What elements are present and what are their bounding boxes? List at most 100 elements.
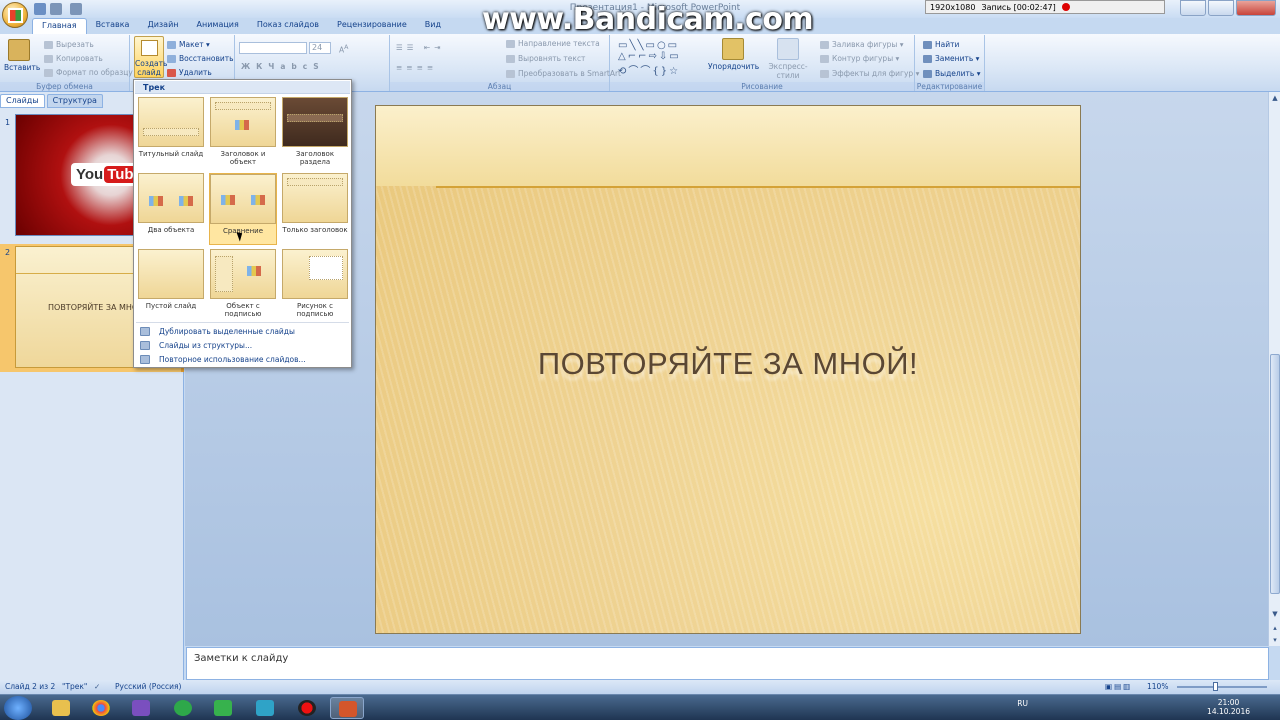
vs-app[interactable] [124, 697, 158, 719]
clock[interactable]: 21:00 14.10.2016 [1207, 698, 1250, 716]
layout-two-content[interactable]: Два объекта [137, 173, 205, 245]
layout-label: Только заголовок [282, 226, 348, 234]
text-direction-button[interactable]: Направление текста [506, 39, 600, 48]
reset-icon [167, 55, 176, 63]
close-button[interactable] [1236, 0, 1276, 16]
layout-button[interactable]: Макет ▾ [167, 40, 210, 49]
tab-design[interactable]: Дизайн [138, 18, 187, 34]
undo-icon[interactable] [50, 3, 62, 15]
tab-insert[interactable]: Вставка [87, 18, 139, 34]
layout-comparison[interactable]: Сравнение [209, 173, 277, 245]
redo-icon[interactable] [70, 3, 82, 15]
office-button[interactable] [2, 2, 28, 28]
language-indicator[interactable]: RU [1017, 699, 1028, 708]
font-style-buttons[interactable]: ЖКЧabcS [241, 62, 325, 71]
maximize-button[interactable] [1208, 0, 1234, 16]
copy-button[interactable]: Копировать [44, 54, 103, 63]
new-slide-button[interactable]: Создать слайд [134, 36, 167, 78]
tab-animation[interactable]: Анимация [188, 18, 248, 34]
duplicate-slides-label: Дублировать выделенные слайды [159, 327, 295, 336]
reuse-slides-item[interactable]: Повторное использование слайдов... [140, 353, 306, 366]
layout-picture-with-caption[interactable]: Рисунок с подписью [281, 249, 349, 321]
network-icon [256, 700, 274, 716]
arrange-button[interactable]: Упорядочить [708, 38, 760, 71]
tab-outline[interactable]: Структура [46, 94, 103, 108]
tab-view[interactable]: Вид [416, 18, 450, 34]
quick-styles-button[interactable]: Экспресс-стили [760, 38, 816, 80]
view-buttons[interactable]: ▣▤▥ [1105, 682, 1132, 691]
drawing-group: ▭╲╲▭○▭ △⌐⌐⇨⇩▭ ⟲⌒⌒{}☆ Упорядочить Экспресс-… [610, 35, 919, 91]
prev-slide-icon[interactable]: ▴ [1269, 622, 1280, 634]
format-painter-button[interactable]: Формат по образцу [44, 68, 133, 77]
resolution-label: 1920x1080 [930, 2, 976, 12]
network-app[interactable] [248, 697, 282, 719]
language[interactable]: Русский (Россия) [115, 682, 181, 691]
minimize-button[interactable] [1180, 0, 1206, 16]
slide-divider-line [436, 186, 1080, 188]
align-text-button[interactable]: Выровнять текст [506, 54, 585, 63]
arrange-label: Упорядочить [708, 62, 760, 71]
slide-header-band [376, 106, 1080, 186]
new-slide-icon [141, 40, 158, 56]
layout-content-with-caption[interactable]: Объект с подписью [209, 249, 277, 321]
chrome-app[interactable] [84, 697, 118, 719]
next-slide-icon[interactable]: ▾ [1269, 634, 1280, 646]
tab-slides[interactable]: Слайды [0, 94, 45, 108]
layout-title-and-content[interactable]: Заголовок и объект [209, 97, 277, 169]
powerpoint-app[interactable] [330, 697, 364, 719]
delete-slide-button[interactable]: Удалить [167, 68, 212, 77]
tab-home[interactable]: Главная [32, 18, 87, 34]
android-app[interactable] [206, 697, 240, 719]
effects-icon [820, 70, 829, 78]
font-name-box[interactable] [239, 42, 307, 54]
slide-title[interactable]: ПОВТОРЯЙТЕ ЗА МНОЙ! [376, 346, 1080, 382]
zoom-slider[interactable] [1177, 686, 1267, 688]
layout-section-header[interactable]: Заголовок раздела [281, 97, 349, 169]
save-icon[interactable] [34, 3, 46, 15]
list-buttons[interactable]: ☰☰ ⇤⇥ [396, 43, 444, 52]
shape-fill-button[interactable]: Заливка фигуры ▾ [820, 40, 904, 49]
layout-blank[interactable]: Пустой слайд [137, 249, 205, 321]
find-button[interactable]: Найти [923, 40, 959, 49]
clock-date: 14.10.2016 [1207, 707, 1250, 716]
layout-label: Сравнение [222, 227, 264, 235]
scroll-thumb[interactable] [1270, 354, 1280, 594]
tab-review[interactable]: Рецензирование [328, 18, 416, 34]
mail-app[interactable] [166, 697, 200, 719]
zoom-slider-knob[interactable] [1213, 682, 1218, 691]
slide-number: 2 [5, 248, 11, 257]
paste-button[interactable]: Вставить [4, 39, 40, 72]
watermark: www.Bandicam.com [482, 2, 814, 37]
spellcheck-icon[interactable]: ✓ [94, 682, 100, 691]
bandicam-app[interactable] [290, 697, 324, 719]
reset-button[interactable]: Восстановить [167, 54, 234, 63]
record-icon[interactable] [1061, 3, 1070, 11]
tab-slideshow[interactable]: Показ слайдов [248, 18, 328, 34]
layout-title-only[interactable]: Только заголовок [281, 173, 349, 245]
scroll-down-icon[interactable]: ▼ [1269, 608, 1280, 620]
font-size-box[interactable]: 24 [309, 42, 331, 54]
scroll-up-icon[interactable]: ▲ [1269, 92, 1280, 104]
shape-outline-button[interactable]: Контур фигуры ▾ [820, 54, 899, 63]
notes-pane[interactable]: Заметки к слайду [186, 647, 1269, 680]
cut-button[interactable]: Вырезать [44, 40, 94, 49]
find-label: Найти [935, 40, 960, 49]
select-button[interactable]: Выделить ▾ [923, 69, 980, 78]
layout-title-slide[interactable]: Титульный слайд [137, 97, 205, 169]
layout-dropdown: Трек Титульный слайд Заголовок и объект … [133, 79, 352, 368]
slides-from-outline-item[interactable]: Слайды из структуры... [140, 339, 252, 352]
start-button[interactable] [4, 696, 32, 720]
grow-font-icon[interactable]: AA [339, 44, 348, 55]
shapes-gallery[interactable]: ▭╲╲▭○▭ △⌐⌐⇨⇩▭ ⟲⌒⌒{}☆ [618, 40, 681, 77]
zoom-level[interactable]: 110% [1147, 682, 1168, 691]
align-buttons[interactable]: ≡≡≡≡ [396, 63, 437, 72]
duplicate-slides-item[interactable]: Дублировать выделенные слайды [140, 325, 295, 338]
reset-label: Восстановить [179, 54, 234, 63]
vertical-scrollbar[interactable]: ▲ ▼ ▴ ▾ [1268, 92, 1280, 646]
current-slide[interactable]: ПОВТОРЯЙТЕ ЗА МНОЙ! [375, 105, 1081, 634]
replace-button[interactable]: Заменить ▾ [923, 54, 979, 63]
layout-label: Макет [179, 40, 204, 49]
shape-effects-button[interactable]: Эффекты для фигур ▾ [820, 69, 919, 78]
smartart-button[interactable]: Преобразовать в SmartArt [506, 69, 621, 78]
explorer-app[interactable] [44, 697, 78, 719]
